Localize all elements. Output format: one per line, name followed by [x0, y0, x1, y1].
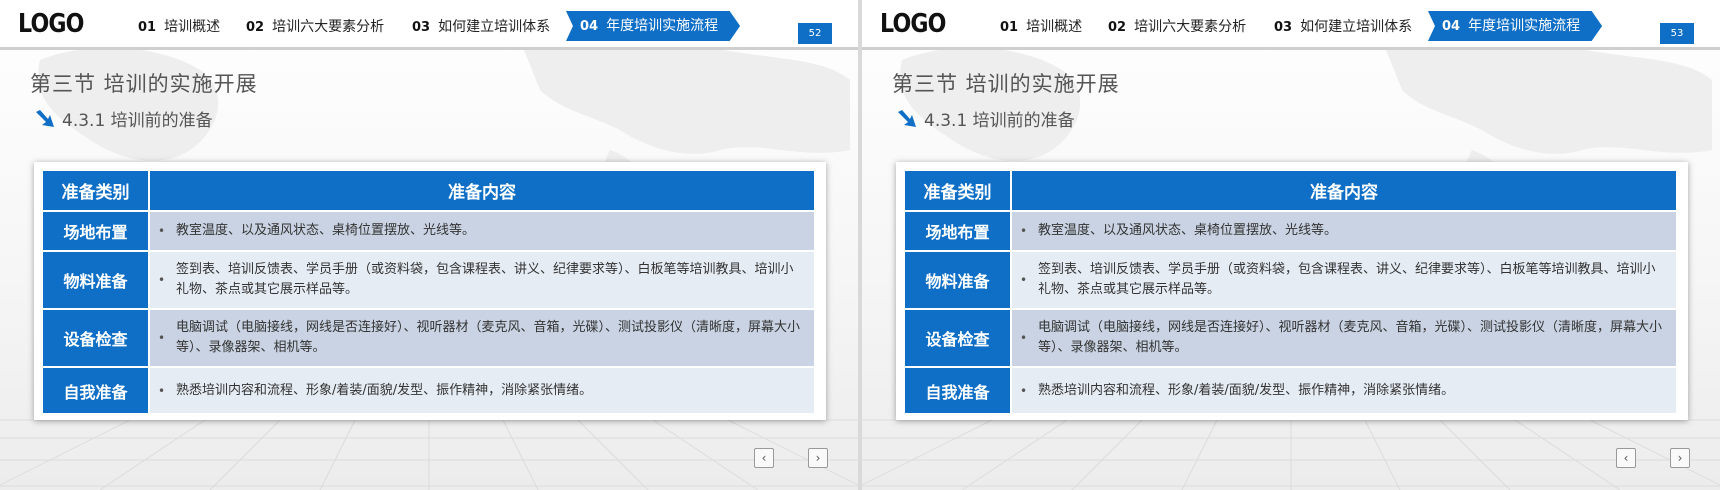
- sub-title-text: 4.3.1 培训前的准备: [62, 111, 213, 131]
- table-row: 场地布置 教室温度、以及通风状态、桌椅位置摆放、光线等。: [905, 210, 1676, 251]
- row-content: 教室温度、以及通风状态、桌椅位置摆放、光线等。: [149, 210, 814, 251]
- arrow-down-right-icon: [36, 109, 54, 127]
- row-category: 自我准备: [43, 366, 150, 413]
- row-category: 设备检查: [43, 308, 150, 367]
- nav-label: 如何建立培训体系: [1300, 19, 1413, 35]
- slide-53[interactable]: LOGO 01 培训概述 02 培训六大要素分析 03 如何建立培训体系 04 年度培训…: [862, 0, 1720, 490]
- nav-label: 培训概述: [1026, 19, 1083, 35]
- row-category: 物料准备: [905, 250, 1012, 309]
- preparation-table-card: 准备类别 准备内容 场地布置 教室温度、以及通风状态、桌椅位置摆放、光线等。 物…: [896, 162, 1688, 420]
- sub-title: 4.3.1 培训前的准备: [34, 106, 213, 131]
- prev-slide-button[interactable]: ‹: [1616, 448, 1636, 468]
- logo: LOGO: [880, 9, 946, 39]
- nav-number: 03: [1274, 20, 1293, 35]
- slide-52[interactable]: LOGO 01 培训概述 02 培训六大要素分析 03 如何建立培训体系 04 年度培训…: [0, 0, 858, 490]
- nav-number: 02: [246, 20, 265, 35]
- row-content: 签到表、培训反馈表、学员手册（或资料袋，包含课程表、讲义、纪律要求等）、白板笔等…: [149, 250, 814, 309]
- header-category: 准备类别: [43, 171, 150, 211]
- table-header-row: 准备类别 准备内容: [43, 171, 814, 211]
- table-row: 物料准备 签到表、培训反馈表、学员手册（或资料袋，包含课程表、讲义、纪律要求等）…: [43, 250, 814, 309]
- row-category: 设备检查: [905, 308, 1012, 367]
- top-navigation: LOGO 01 培训概述 02 培训六大要素分析 03 如何建立培训体系 04 年度培训…: [0, 0, 858, 50]
- header-content: 准备内容: [149, 171, 814, 211]
- row-category: 场地布置: [905, 210, 1012, 251]
- section-title: 第三节 培训的实施开展: [30, 72, 258, 96]
- arrow-down-right-icon: [898, 109, 916, 127]
- nav-item-annual-process[interactable]: 04 年度培训实施流程: [566, 11, 741, 41]
- table-header-row: 准备类别 准备内容: [905, 171, 1676, 211]
- nav-label: 培训概述: [164, 19, 221, 35]
- nav-number: 02: [1108, 20, 1127, 35]
- nav-label: 年度培训实施流程: [606, 18, 719, 34]
- nav-label: 如何建立培训体系: [438, 19, 551, 35]
- header-category: 准备类别: [905, 171, 1012, 211]
- section-title: 第三节 培训的实施开展: [892, 72, 1120, 96]
- row-content: 熟悉培训内容和流程、形象/着装/面貌/发型、振作精神，消除紧张情绪。: [149, 366, 814, 413]
- preparation-table: 准备类别 准备内容 场地布置 教室温度、以及通风状态、桌椅位置摆放、光线等。 物…: [43, 171, 814, 413]
- table-row: 设备检查 电脑调试（电脑接线，网线是否连接好）、视听器材（麦克风、音箱，光碟）、…: [43, 308, 814, 367]
- grid-floor: [0, 410, 858, 490]
- row-content: 教室温度、以及通风状态、桌椅位置摆放、光线等。: [1011, 210, 1676, 251]
- logo: LOGO: [18, 9, 84, 39]
- row-content: 签到表、培训反馈表、学员手册（或资料袋，包含课程表、讲义、纪律要求等）、白板笔等…: [1011, 250, 1676, 309]
- page-number-badge: 52: [798, 23, 832, 44]
- nav-number: 01: [1000, 20, 1019, 35]
- preparation-table-card: 准备类别 准备内容 场地布置 教室温度、以及通风状态、桌椅位置摆放、光线等。 物…: [34, 162, 826, 420]
- nav-item-overview[interactable]: 01 培训概述: [1000, 16, 1082, 36]
- row-content: 电脑调试（电脑接线，网线是否连接好）、视听器材（麦克风、音箱，光碟）、测试投影仪…: [149, 308, 814, 367]
- page-number-badge: 53: [1660, 23, 1694, 44]
- grid-floor: [862, 410, 1720, 490]
- top-navigation: LOGO 01 培训概述 02 培训六大要素分析 03 如何建立培训体系 04 年度培训…: [862, 0, 1720, 50]
- nav-label: 培训六大要素分析: [272, 19, 385, 35]
- nav-item-overview[interactable]: 01 培训概述: [138, 16, 220, 36]
- nav-item-build-system[interactable]: 03 如何建立培训体系: [1274, 16, 1412, 36]
- table-row: 物料准备 签到表、培训反馈表、学员手册（或资料袋，包含课程表、讲义、纪律要求等）…: [905, 250, 1676, 309]
- preparation-table: 准备类别 准备内容 场地布置 教室温度、以及通风状态、桌椅位置摆放、光线等。 物…: [905, 171, 1676, 413]
- nav-item-six-elements[interactable]: 02 培训六大要素分析: [246, 16, 384, 36]
- nav-item-annual-process[interactable]: 04 年度培训实施流程: [1428, 11, 1603, 41]
- nav-number: 04: [1442, 19, 1461, 34]
- row-content: 熟悉培训内容和流程、形象/着装/面貌/发型、振作精神，消除紧张情绪。: [1011, 366, 1676, 413]
- sub-title: 4.3.1 培训前的准备: [896, 106, 1075, 131]
- nav-item-build-system[interactable]: 03 如何建立培训体系: [412, 16, 550, 36]
- nav-label: 年度培训实施流程: [1468, 18, 1581, 34]
- slides-viewer: LOGO 01 培训概述 02 培训六大要素分析 03 如何建立培训体系 04 年度培训…: [0, 0, 1720, 490]
- next-slide-button[interactable]: ›: [808, 448, 828, 468]
- row-content: 电脑调试（电脑接线，网线是否连接好）、视听器材（麦克风、音箱，光碟）、测试投影仪…: [1011, 308, 1676, 367]
- row-category: 场地布置: [43, 210, 150, 251]
- table-row: 设备检查 电脑调试（电脑接线，网线是否连接好）、视听器材（麦克风、音箱，光碟）、…: [905, 308, 1676, 367]
- table-row: 自我准备 熟悉培训内容和流程、形象/着装/面貌/发型、振作精神，消除紧张情绪。: [905, 366, 1676, 413]
- nav-label: 培训六大要素分析: [1134, 19, 1247, 35]
- header-content: 准备内容: [1011, 171, 1676, 211]
- next-slide-button[interactable]: ›: [1670, 448, 1690, 468]
- sub-title-text: 4.3.1 培训前的准备: [924, 111, 1075, 131]
- nav-item-six-elements[interactable]: 02 培训六大要素分析: [1108, 16, 1246, 36]
- table-row: 场地布置 教室温度、以及通风状态、桌椅位置摆放、光线等。: [43, 210, 814, 251]
- nav-number: 01: [138, 20, 157, 35]
- prev-slide-button[interactable]: ‹: [754, 448, 774, 468]
- row-category: 自我准备: [905, 366, 1012, 413]
- row-category: 物料准备: [43, 250, 150, 309]
- table-row: 自我准备 熟悉培训内容和流程、形象/着装/面貌/发型、振作精神，消除紧张情绪。: [43, 366, 814, 413]
- nav-number: 04: [580, 19, 599, 34]
- nav-number: 03: [412, 20, 431, 35]
